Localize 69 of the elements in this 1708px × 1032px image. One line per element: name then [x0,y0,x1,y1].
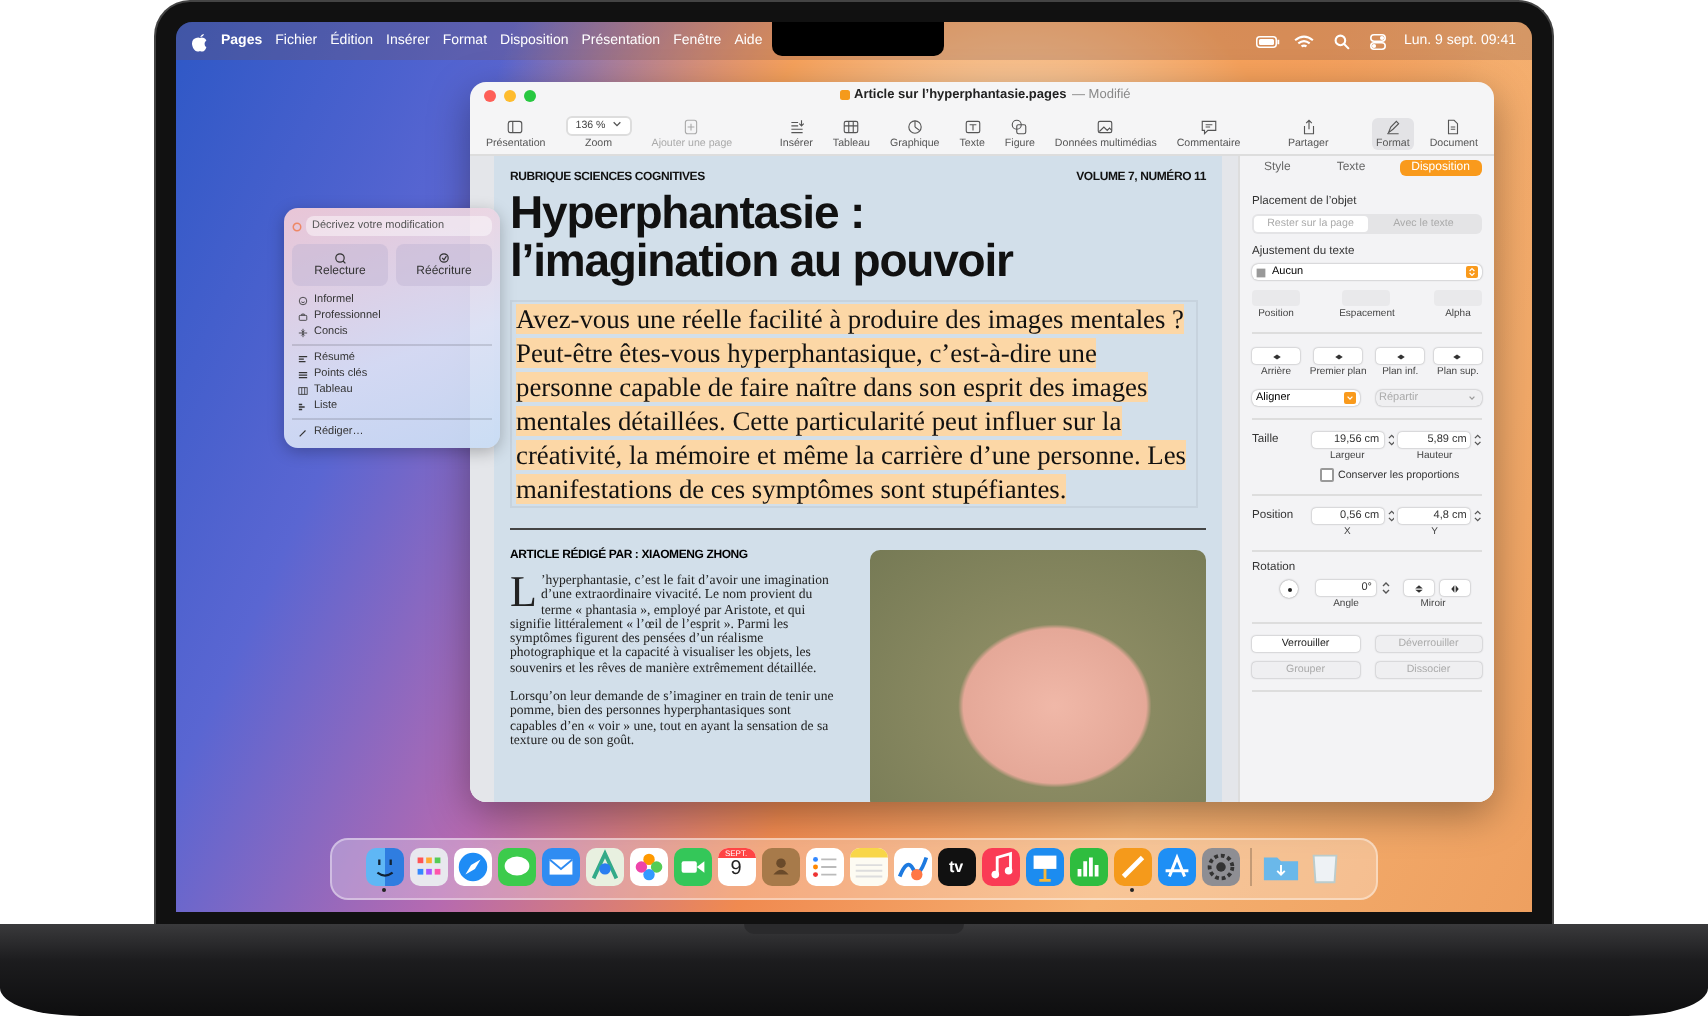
insert-icon [787,118,806,136]
compass-icon[interactable] [453,848,491,886]
intro-paragraph: Avez-vous une réelle facilité à produire des images mentales ? Peut-être êtes-vous hyperphantasique, c’est-à-dire une personne capable de faire naître dans son esprit des images mentales détaillées. Cette particularité peut influer sur la créativité, la mémoire et même la carrière d’une personne. Les manifestations de ces symptômes sont stupéfiantes. [510,300,1198,508]
stepper-icon[interactable] [1387,432,1395,448]
lines-icon [298,353,308,363]
wifi-icon[interactable] [1292,33,1317,49]
music-note-icon[interactable] [981,848,1019,886]
arrange-button[interactable] [1376,348,1425,364]
paintbrush-icon [1383,118,1402,136]
share-icon [1299,118,1318,136]
list-icon [298,401,308,411]
arrange-button[interactable] [1433,348,1482,364]
stepper-icon[interactable] [1474,508,1482,524]
ring-icon [292,221,302,231]
bar-chart-icon[interactable] [1069,848,1107,886]
rotation-knob[interactable] [1280,580,1298,598]
arrows-icon [298,327,308,337]
flip-horizontal-icon [1450,583,1460,593]
document-icon [1444,118,1463,136]
face-icon[interactable] [365,848,403,886]
text-box-icon [963,118,982,136]
flip-vertical-icon [1414,583,1424,593]
zoom-button[interactable] [524,89,536,101]
stepper-icon[interactable] [1382,580,1390,596]
battery-icon[interactable] [1255,33,1280,49]
pie-chart-icon [905,118,924,136]
table-icon [298,385,308,395]
table-icon [842,118,861,136]
gear-icon[interactable] [1201,848,1239,886]
chevron-down-icon [1466,392,1478,404]
chevron-down-icon [611,120,622,128]
smiley-icon [298,295,308,305]
close-button[interactable] [484,89,496,101]
notepad-icon[interactable] [849,848,887,886]
add-page-icon [682,118,701,136]
scribble-icon[interactable] [893,848,931,886]
chevron-down-icon [1343,392,1355,404]
pen-icon [298,427,308,437]
arrange-button[interactable] [1314,348,1363,364]
apple-logo-icon[interactable] [192,31,208,51]
stepper-icon[interactable] [1474,432,1482,448]
document-icon [840,90,850,100]
search-icon[interactable] [1329,33,1354,49]
rewrite-icon [438,252,450,264]
tv-icon[interactable]: tv [937,848,975,886]
checkbox[interactable] [1320,468,1334,482]
toggles-icon[interactable] [1366,33,1391,49]
envelope-icon[interactable] [541,848,579,886]
flower-icon[interactable] [629,848,667,886]
stepper-icon[interactable] [1387,508,1395,524]
chevrons-icon [1466,266,1478,278]
flip-vertical-button[interactable] [1404,580,1434,596]
image-icon [1096,118,1115,136]
pencil-icon[interactable] [1113,848,1151,886]
magnifier-icon [334,252,346,264]
podium-icon[interactable] [1025,848,1063,886]
arrange-button[interactable] [1252,348,1300,364]
square-icon [1256,267,1266,277]
sidebar-icon [506,118,525,136]
checklist-icon[interactable] [805,848,843,886]
briefcase-icon [298,311,308,321]
article-headline: Hyperphantasie : l’imagination au pouvoir [510,188,1016,284]
shapes-icon [1010,118,1029,136]
comment-icon [1199,118,1218,136]
video-camera-icon[interactable] [673,848,711,886]
list-icon [298,369,308,379]
flip-horizontal-button[interactable] [1440,580,1470,596]
address-book-icon[interactable] [761,848,799,886]
speech-bubble-icon[interactable] [497,848,535,886]
